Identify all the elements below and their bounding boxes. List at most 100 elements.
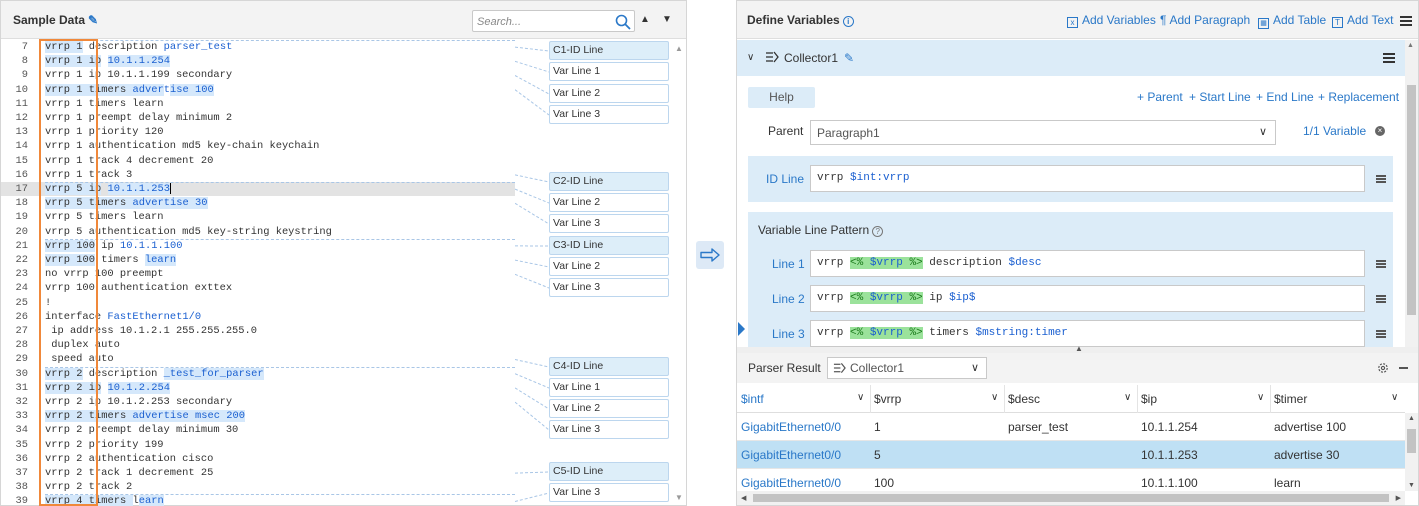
code-line[interactable]: 29 speed auto	[1, 352, 515, 366]
column-filter-chevron-icon[interactable]: ∨	[1257, 392, 1264, 403]
code-line[interactable]: 39 vrrp 4 timers learn	[1, 494, 515, 506]
search-input[interactable]	[477, 14, 607, 29]
add-parent-link[interactable]: + Parent	[1137, 90, 1183, 104]
column-separator[interactable]	[1137, 385, 1138, 413]
column-filter-chevron-icon[interactable]: ∨	[991, 392, 998, 403]
column-header[interactable]: $intf	[741, 392, 764, 406]
collector-header[interactable]: ∨ Collector1 ✎	[737, 40, 1405, 76]
column-separator[interactable]	[870, 385, 871, 413]
table-row[interactable]: GigabitEthernet0/0 1 parser_test 10.1.1.254…	[737, 413, 1405, 441]
previous-match-arrow-icon[interactable]: ▲	[640, 15, 650, 25]
code-line[interactable]: 31 vrrp 2 ip 10.1.2.254	[1, 381, 515, 395]
table-horizontal-scrollbar[interactable]: ◀ ▶	[737, 491, 1405, 505]
var-line-tag[interactable]: Var Line 3	[549, 420, 669, 439]
code-line[interactable]: 34 vrrp 2 preempt delay minimum 30	[1, 423, 515, 437]
splitter-up-arrow-icon[interactable]: ▲	[1075, 344, 1083, 353]
pattern-line-menu-icon[interactable]	[1376, 260, 1386, 268]
code-line[interactable]: 13 vrrp 1 priority 120	[1, 125, 515, 139]
var-line-tag[interactable]: Var Line 3	[549, 278, 669, 297]
id-line-tag[interactable]: C1-ID Line	[549, 41, 669, 60]
add-replacement-link[interactable]: + Replacement	[1318, 90, 1399, 104]
var-line-tag[interactable]: Var Line 2	[549, 257, 669, 276]
variable-count-link[interactable]: 1/1 Variable	[1303, 124, 1366, 138]
help-question-icon[interactable]: ?	[872, 226, 884, 237]
code-line[interactable]: 17 vrrp 5 ip 10.1.1.253	[1, 182, 515, 197]
gear-icon[interactable]	[1377, 362, 1389, 374]
scroll-up-arrow-icon[interactable]: ▲	[1408, 415, 1415, 422]
pattern-line-menu-icon[interactable]	[1376, 330, 1386, 338]
define-variables-scrollbar[interactable]: ▲	[1405, 40, 1418, 347]
scrollbar-thumb[interactable]	[753, 494, 1389, 502]
column-header[interactable]: $ip	[1141, 392, 1157, 406]
sample-data-editor[interactable]: 7 vrrp 1 description parser_test 8 vrrp 1 i…	[1, 40, 515, 506]
edit-collector-pencil-icon[interactable]: ✎	[844, 51, 854, 65]
code-line[interactable]: 26 interface FastEthernet1/0	[1, 310, 515, 324]
var-line-tag[interactable]: Var Line 1	[549, 62, 669, 81]
scroll-up-arrow-icon[interactable]: ▲	[1407, 42, 1414, 49]
edit-pencil-icon[interactable]: ✎	[88, 13, 98, 27]
code-line[interactable]: 9 vrrp 1 ip 10.1.1.199 secondary	[1, 68, 515, 82]
code-line[interactable]: 24 vrrp 100 authentication exttex	[1, 281, 515, 295]
add-table-button[interactable]: ▦ Add Table	[1258, 13, 1326, 29]
column-header[interactable]: $timer	[1274, 392, 1307, 406]
code-line[interactable]: 14 vrrp 1 authentication md5 key-chain ke…	[1, 139, 515, 153]
id-line-tag[interactable]: C3-ID Line	[549, 236, 669, 255]
table-vertical-scrollbar[interactable]: ▲ ▼	[1405, 413, 1418, 491]
parser-collector-select[interactable]: Collector1 ∨	[827, 357, 987, 379]
var-line-tag[interactable]: Var Line 1	[549, 378, 669, 397]
remove-parent-icon[interactable]: ×	[1375, 126, 1385, 136]
id-line-pattern-input[interactable]: vrrp $int:vrrp	[810, 165, 1365, 192]
code-line[interactable]: 28 duplex auto	[1, 338, 515, 352]
table-row[interactable]: GigabitEthernet0/0 5 10.1.1.253 advertise 3…	[737, 441, 1405, 469]
code-line[interactable]: 16 vrrp 1 track 3	[1, 168, 515, 182]
next-match-arrow-icon[interactable]: ▼	[662, 15, 672, 25]
code-line[interactable]: 23 no vrrp 100 preempt	[1, 267, 515, 281]
code-line[interactable]: 7 vrrp 1 description parser_test	[1, 40, 515, 54]
code-line[interactable]: 27 ip address 10.1.2.1 255.255.255.0	[1, 324, 515, 338]
scroll-left-arrow-icon[interactable]: ◀	[741, 494, 746, 502]
var-line-tag[interactable]: Var Line 2	[549, 84, 669, 103]
var-line-tag[interactable]: Var Line 3	[549, 483, 669, 502]
code-line[interactable]: 8 vrrp 1 ip 10.1.1.254	[1, 54, 515, 68]
var-line-tag[interactable]: Var Line 2	[549, 399, 669, 418]
table-cell[interactable]: GigabitEthernet0/0	[741, 420, 841, 434]
code-line[interactable]: 22 vrrp 100 timers learn	[1, 253, 515, 267]
pattern-line-input[interactable]: vrrp <% $vrrp %> timers $mstring:timer	[810, 320, 1365, 347]
add-end-line-link[interactable]: + End Line	[1256, 90, 1314, 104]
column-separator[interactable]	[1004, 385, 1005, 413]
add-variables-button[interactable]: x Add Variables	[1067, 13, 1156, 28]
group-variable-token[interactable]: <% $vrrp %>	[850, 257, 923, 269]
id-line-menu-icon[interactable]	[1376, 175, 1386, 183]
add-text-button[interactable]: T Add Text	[1332, 13, 1393, 28]
code-line[interactable]: 10 vrrp 1 timers advertise 100	[1, 83, 515, 97]
table-cell[interactable]: GigabitEthernet0/0	[741, 448, 841, 462]
search-icon[interactable]	[614, 13, 632, 31]
code-line[interactable]: 38 vrrp 2 track 2	[1, 480, 515, 494]
scrollbar-thumb[interactable]	[1407, 85, 1416, 315]
code-line[interactable]: 37 vrrp 2 track 1 decrement 25	[1, 466, 515, 480]
code-line[interactable]: 19 vrrp 5 timers learn	[1, 210, 515, 224]
id-line-tag[interactable]: C5-ID Line	[549, 462, 669, 481]
code-line[interactable]: 25!	[1, 296, 515, 310]
scrollbar-thumb[interactable]	[1407, 429, 1416, 453]
apply-arrow-button[interactable]	[696, 241, 724, 269]
code-line[interactable]: 36 vrrp 2 authentication cisco	[1, 452, 515, 466]
scroll-down-arrow-icon[interactable]: ▼	[1408, 482, 1415, 489]
id-line-tag[interactable]: C4-ID Line	[549, 357, 669, 376]
code-line[interactable]: 35 vrrp 2 priority 199	[1, 438, 515, 452]
parent-select[interactable]: Paragraph1 ∨	[810, 120, 1276, 145]
scroll-right-arrow-icon[interactable]: ▶	[1396, 494, 1401, 502]
code-line[interactable]: 21 vrrp 100 ip 10.1.1.100	[1, 239, 515, 253]
var-line-tag[interactable]: Var Line 3	[549, 105, 669, 124]
group-variable-token[interactable]: <% $vrrp %>	[850, 292, 923, 304]
code-line[interactable]: 20 vrrp 5 authentication md5 key-string k…	[1, 225, 515, 239]
id-line-tag[interactable]: C2-ID Line	[549, 172, 669, 191]
group-variable-token[interactable]: <% $vrrp %>	[850, 327, 923, 339]
help-button[interactable]: Help	[748, 87, 815, 108]
column-filter-chevron-icon[interactable]: ∨	[857, 392, 864, 403]
collector-menu-icon[interactable]	[1383, 53, 1395, 63]
panel-menu-icon[interactable]	[1400, 16, 1412, 26]
column-filter-chevron-icon[interactable]: ∨	[1124, 392, 1131, 403]
scroll-up-arrow-icon[interactable]: ▲	[674, 44, 684, 53]
column-filter-chevron-icon[interactable]: ∨	[1391, 392, 1398, 403]
